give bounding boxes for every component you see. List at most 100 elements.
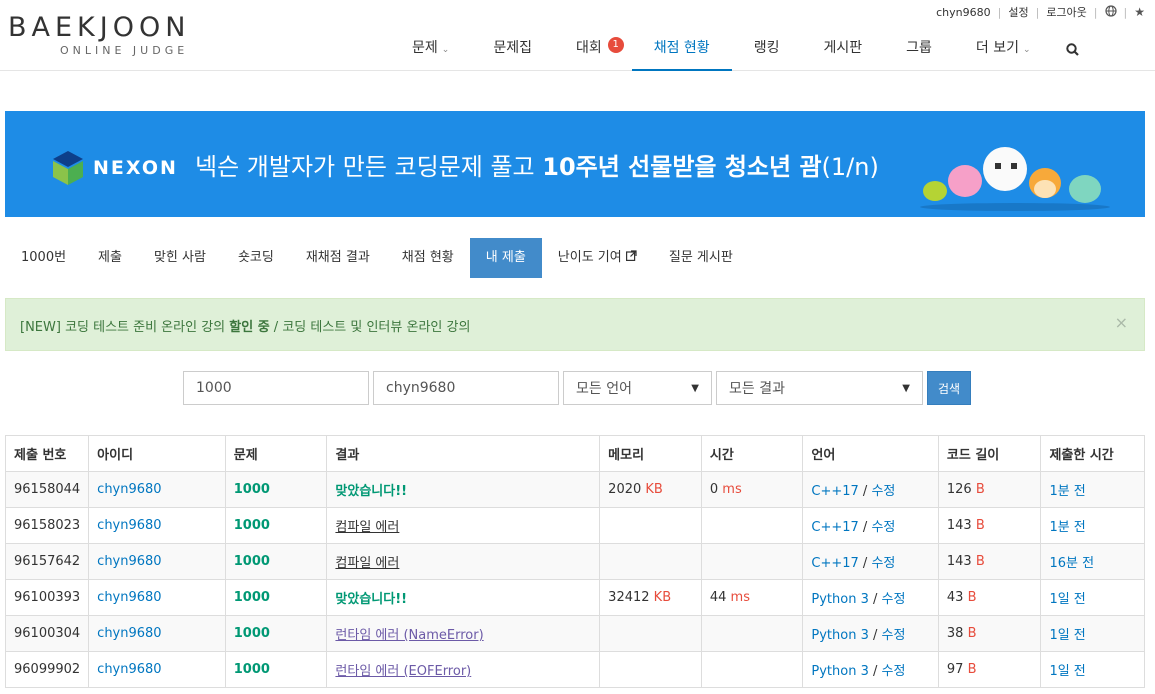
chevron-down-icon: ⌄ <box>441 45 450 55</box>
code-length-unit: B <box>975 554 985 569</box>
main-nav: 문제 ⌄ 문제집 대회 1 채점 현황 랭킹 게시판 그룹 더 보기 ⌄ <box>390 30 1093 71</box>
memory-cell: 2020 KB <box>599 471 702 508</box>
problem-link[interactable]: 1000 <box>234 554 270 569</box>
username-link[interactable]: chyn9680 <box>936 6 991 19</box>
col-language: 언어 <box>802 435 939 472</box>
edit-link[interactable]: 수정 <box>871 484 895 499</box>
tab-solved-users[interactable]: 맞힌 사람 <box>138 238 222 278</box>
user-id-input[interactable] <box>373 371 559 405</box>
external-link-icon <box>625 250 637 265</box>
user-link[interactable]: chyn9680 <box>97 554 161 569</box>
problem-id-input[interactable] <box>183 371 369 405</box>
chevron-down-icon: ▼ <box>902 382 910 394</box>
logo-wordmark: BAEKJOON <box>8 11 191 43</box>
problem-link[interactable]: 1000 <box>234 482 270 497</box>
result-select[interactable]: 모든 결과 ▼ <box>716 371 923 405</box>
status-table: 제출 번호 아이디 문제 결과 메모리 시간 언어 코드 길이 제출한 시간 9… <box>4 435 1145 688</box>
language-link[interactable]: Python 3 <box>811 628 868 643</box>
tab-status[interactable]: 채점 현황 <box>386 238 470 278</box>
language-link[interactable]: Python 3 <box>811 664 868 679</box>
nav-ranking[interactable]: 랭킹 <box>732 30 802 71</box>
nav-problems[interactable]: 문제 ⌄ <box>390 30 471 71</box>
code-length-unit: B <box>967 626 977 641</box>
search-icon[interactable] <box>1053 30 1093 71</box>
mascot-characters-icon <box>920 147 1110 211</box>
language-link[interactable]: C++17 <box>811 520 858 535</box>
problem-link[interactable]: 1000 <box>234 518 270 533</box>
user-link[interactable]: chyn9680 <box>97 482 161 497</box>
promo-link[interactable]: [NEW] 코딩 테스트 준비 온라인 강의 할인 중 / 코딩 테스트 및 인… <box>20 320 470 335</box>
chevron-down-icon: ▼ <box>691 382 699 394</box>
submitted-time-link[interactable]: 1분 전 <box>1049 520 1085 535</box>
submitted-time-link[interactable]: 1일 전 <box>1049 664 1085 679</box>
tab-qna-board[interactable]: 질문 게시판 <box>653 238 749 278</box>
submission-id: 96100393 <box>4 579 90 616</box>
nav-status[interactable]: 채점 현황 <box>631 30 732 71</box>
language-link[interactable]: C++17 <box>811 484 858 499</box>
nav-group[interactable]: 그룹 <box>884 30 954 71</box>
table-header-row: 제출 번호 아이디 문제 결과 메모리 시간 언어 코드 길이 제출한 시간 <box>4 435 1145 472</box>
search-button[interactable]: 검색 <box>927 371 971 405</box>
table-row: 96100304 chyn9680 1000 런타임 에러 (NameError… <box>4 615 1145 652</box>
submitted-time-link[interactable]: 16분 전 <box>1049 556 1094 571</box>
user-link[interactable]: chyn9680 <box>97 518 161 533</box>
tab-problem[interactable]: 1000번 <box>5 238 82 278</box>
col-memory: 메모리 <box>599 435 702 472</box>
memory-unit: KB <box>645 482 663 497</box>
problem-link[interactable]: 1000 <box>234 590 270 605</box>
nexon-banner[interactable]: NEXON 넥슨 개발자가 만든 코딩문제 풀고 10주년 선물받을 청소년 괌… <box>5 111 1145 217</box>
user-link[interactable]: chyn9680 <box>97 626 161 641</box>
edit-link[interactable]: 수정 <box>871 556 895 571</box>
nav-workbook[interactable]: 문제집 <box>471 30 554 71</box>
settings-link[interactable]: 설정 <box>1008 4 1028 20</box>
code-length-unit: B <box>967 590 977 605</box>
divider: | <box>1035 5 1040 19</box>
result-text: 맞았습니다!! <box>335 592 408 607</box>
language-select[interactable]: 모든 언어 ▼ <box>563 371 712 405</box>
col-problem: 문제 <box>224 435 328 472</box>
code-length-value: 126 <box>946 482 972 497</box>
result-text[interactable]: 런타임 에러 (EOFError) <box>335 664 471 679</box>
col-submission-id: 제출 번호 <box>4 435 90 472</box>
time-unit: ms <box>730 590 750 605</box>
language-link[interactable]: Python 3 <box>811 592 868 607</box>
problem-link[interactable]: 1000 <box>234 662 270 677</box>
close-icon[interactable]: × <box>1115 313 1128 332</box>
nav-board[interactable]: 게시판 <box>801 30 884 71</box>
user-link[interactable]: chyn9680 <box>97 662 161 677</box>
problem-tabs: 1000번 제출 맞힌 사람 숏코딩 재채점 결과 채점 현황 내 제출 난이도… <box>5 238 749 278</box>
result-text[interactable]: 컴파일 에러 <box>335 556 399 571</box>
tab-submit[interactable]: 제출 <box>82 238 138 278</box>
tab-rejudge[interactable]: 재채점 결과 <box>290 238 386 278</box>
result-text[interactable]: 런타임 에러 (NameError) <box>335 628 483 643</box>
logout-link[interactable]: 로그아웃 <box>1046 4 1086 20</box>
submitted-time-link[interactable]: 1일 전 <box>1049 628 1085 643</box>
edit-link[interactable]: 수정 <box>882 592 906 607</box>
code-length-cell: 97 B <box>937 651 1042 688</box>
globe-icon[interactable] <box>1104 4 1117 20</box>
result-text[interactable]: 컴파일 에러 <box>335 520 399 535</box>
edit-link[interactable]: 수정 <box>882 628 906 643</box>
time-cell: 0 ms <box>700 471 804 508</box>
star-icon[interactable]: ★ <box>1134 5 1145 19</box>
nav-more[interactable]: 더 보기 ⌄ <box>954 30 1053 71</box>
user-link[interactable]: chyn9680 <box>97 590 161 605</box>
tab-short-coding[interactable]: 숏코딩 <box>222 238 290 278</box>
table-row: 96100393 chyn9680 1000 맞았습니다!! 32412 KB … <box>4 579 1145 616</box>
code-length-unit: B <box>967 662 977 677</box>
submitted-time-link[interactable]: 1분 전 <box>1049 484 1085 499</box>
submission-id: 96099902 <box>4 651 90 688</box>
col-result: 결과 <box>326 435 601 472</box>
edit-link[interactable]: 수정 <box>882 664 906 679</box>
divider: | <box>1123 5 1128 19</box>
memory-cell <box>599 615 702 652</box>
problem-link[interactable]: 1000 <box>234 626 270 641</box>
language-link[interactable]: C++17 <box>811 556 858 571</box>
tab-my-submissions[interactable]: 내 제출 <box>469 238 542 278</box>
edit-link[interactable]: 수정 <box>871 520 895 535</box>
site-logo[interactable]: BAEKJOON ONLINE JUDGE <box>8 12 258 58</box>
tab-difficulty[interactable]: 난이도 기여 <box>542 238 653 278</box>
contest-badge: 1 <box>607 37 624 53</box>
submitted-time-link[interactable]: 1일 전 <box>1049 592 1085 607</box>
nav-contest[interactable]: 대회 1 <box>554 30 632 71</box>
